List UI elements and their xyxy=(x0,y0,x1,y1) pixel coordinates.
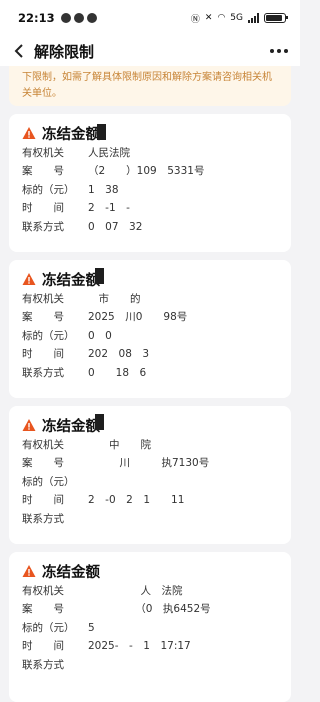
info-row: 时 间 2 -0 2 1 11 xyxy=(22,491,278,509)
row-value: 0 0 xyxy=(88,329,112,342)
info-row: 案 号 2025 川0 98号 xyxy=(22,308,278,326)
wifi-icon: ◠ xyxy=(217,13,226,23)
battery-icon xyxy=(264,13,288,23)
row-label: 有权机关 xyxy=(22,585,64,597)
redaction-block xyxy=(95,414,104,430)
row-label: 联系方式 xyxy=(22,220,64,233)
row-value: 市 的 xyxy=(88,293,141,305)
restriction-card[interactable]: 冻结金额 有权机关 人民法院 案 号 （2 ）109 5331号 标的（元） 1 38… xyxy=(9,114,291,252)
row-label: 案 号 xyxy=(22,457,64,470)
dot xyxy=(270,49,274,53)
row-label: 时 间 xyxy=(22,348,64,361)
restriction-card[interactable]: 冻结金额 有权机关 市 的 案 号 2025 川0 98号 标的（元） 0 0 时 … xyxy=(9,260,291,398)
network-label: 5G xyxy=(230,13,243,23)
row-value: 1 38 xyxy=(88,183,119,196)
redaction-block xyxy=(95,268,104,284)
info-row: 案 号 （2 ）109 5331号 xyxy=(22,162,278,180)
warning-icon xyxy=(22,419,36,431)
info-row: 联系方式 0 07 32 xyxy=(22,218,278,236)
row-label: 时 间 xyxy=(22,202,64,215)
info-row: 案 号 川 执7130号 xyxy=(22,454,278,472)
card-title: 冻结金额 xyxy=(42,272,100,289)
wechat-icon xyxy=(73,13,84,23)
notification-icons xyxy=(60,13,97,23)
info-row: 有权机关 人民法院 xyxy=(22,144,278,162)
row-value: 2 -1 - xyxy=(88,202,141,215)
row-value xyxy=(88,510,120,528)
info-row: 联系方式 xyxy=(22,656,278,674)
card-title: 冻结金额 xyxy=(42,126,100,143)
navigation-bar: 解除限制 xyxy=(0,36,300,66)
restriction-card[interactable]: 冻结金额 有权机关 中 院 案 号 川 执7130号 标的（元） 时 间 2 -0… xyxy=(9,406,291,544)
row-value: 0 18 6 xyxy=(88,366,147,379)
row-label: 联系方式 xyxy=(22,658,64,671)
row-value: 川 执7130号 xyxy=(88,457,210,470)
row-value: 中 院 xyxy=(88,439,151,451)
row-value: 2 -0 2 1 11 xyxy=(88,494,185,507)
nfc-icon: Ⓝ xyxy=(190,14,200,25)
row-value: 0 07 32 xyxy=(88,220,143,233)
info-row: 有权机关 人 法院 xyxy=(22,582,278,600)
info-row: 联系方式 xyxy=(22,510,278,528)
status-bar: 22:13 Ⓝ ✕ ◠ 5G xyxy=(0,0,300,36)
info-row: 时 间 2025- - 1 17:17 xyxy=(22,637,278,655)
bell-icon xyxy=(86,13,97,23)
info-row: 有权机关 中 院 xyxy=(22,436,278,454)
info-row: 标的（元） 0 0 xyxy=(22,327,278,345)
row-label: 有权机关 xyxy=(22,147,64,159)
back-button[interactable] xyxy=(8,40,30,62)
row-label: 标的（元） xyxy=(22,329,75,342)
warning-icon xyxy=(22,565,36,577)
row-value: 202 08 3 xyxy=(88,348,150,361)
dot xyxy=(277,49,281,53)
dot xyxy=(284,49,288,53)
notice-text: 下限制，如需了解具体限制原因和解除方案请咨询相关机关单位。 xyxy=(22,72,272,99)
info-row: 时 间 202 08 3 xyxy=(22,345,278,363)
row-label: 案 号 xyxy=(22,165,64,178)
row-label: 案 号 xyxy=(22,603,64,616)
card-title: 冻结金额 xyxy=(42,418,100,435)
row-value: 2025- - 1 17:17 xyxy=(88,640,191,653)
warning-icon xyxy=(22,127,36,139)
chevron-left-icon xyxy=(14,44,23,58)
row-value: 2025 川0 98号 xyxy=(88,311,188,324)
row-label: 时 间 xyxy=(22,640,64,653)
row-value xyxy=(88,473,109,491)
row-value: 5 xyxy=(88,621,95,634)
row-label: 联系方式 xyxy=(22,366,64,379)
row-label: 标的（元） xyxy=(22,621,75,634)
notice-banner: 下限制，如需了解具体限制原因和解除方案请咨询相关机关单位。 xyxy=(9,66,291,106)
system-icons: Ⓝ ✕ ◠ 5G xyxy=(190,12,288,25)
info-row: 案 号 （0 执6452号 xyxy=(22,600,278,618)
shield-icon xyxy=(60,13,71,23)
row-label: 有权机关 xyxy=(22,439,64,451)
row-label: 时 间 xyxy=(22,494,64,507)
page-title: 解除限制 xyxy=(34,42,95,61)
redaction-block xyxy=(97,124,106,140)
row-value: 人民法院 xyxy=(88,147,130,159)
restriction-card[interactable]: 冻结金额 有权机关 人 法院 案 号 （0 执6452号 标的（元） 5 时 间 2… xyxy=(9,552,291,702)
row-value: （0 执6452号 xyxy=(88,603,211,616)
info-row: 标的（元） xyxy=(22,473,278,491)
restriction-list: 冻结金额 有权机关 人民法院 案 号 （2 ）109 5331号 标的（元） 1 38… xyxy=(0,114,300,702)
info-row: 标的（元） 1 38 xyxy=(22,181,278,199)
warning-icon xyxy=(22,273,36,285)
info-row: 联系方式 0 18 6 xyxy=(22,364,278,382)
row-label: 案 号 xyxy=(22,311,64,324)
card-title: 冻结金额 xyxy=(42,564,100,581)
row-value: （2 ）109 5331号 xyxy=(88,165,205,178)
row-value: 人 法院 xyxy=(88,585,183,597)
silent-icon: ✕ xyxy=(204,13,213,23)
info-row: 标的（元） 5 xyxy=(22,619,278,637)
row-label: 标的（元） xyxy=(22,475,75,488)
info-row: 时 间 2 -1 - xyxy=(22,199,278,217)
signal-icon xyxy=(248,13,259,23)
more-button[interactable] xyxy=(270,49,288,53)
row-label: 标的（元） xyxy=(22,183,75,196)
info-row: 有权机关 市 的 xyxy=(22,290,278,308)
row-value xyxy=(88,656,109,674)
row-label: 有权机关 xyxy=(22,293,64,305)
clock: 22:13 xyxy=(18,11,55,25)
row-label: 联系方式 xyxy=(22,512,64,525)
